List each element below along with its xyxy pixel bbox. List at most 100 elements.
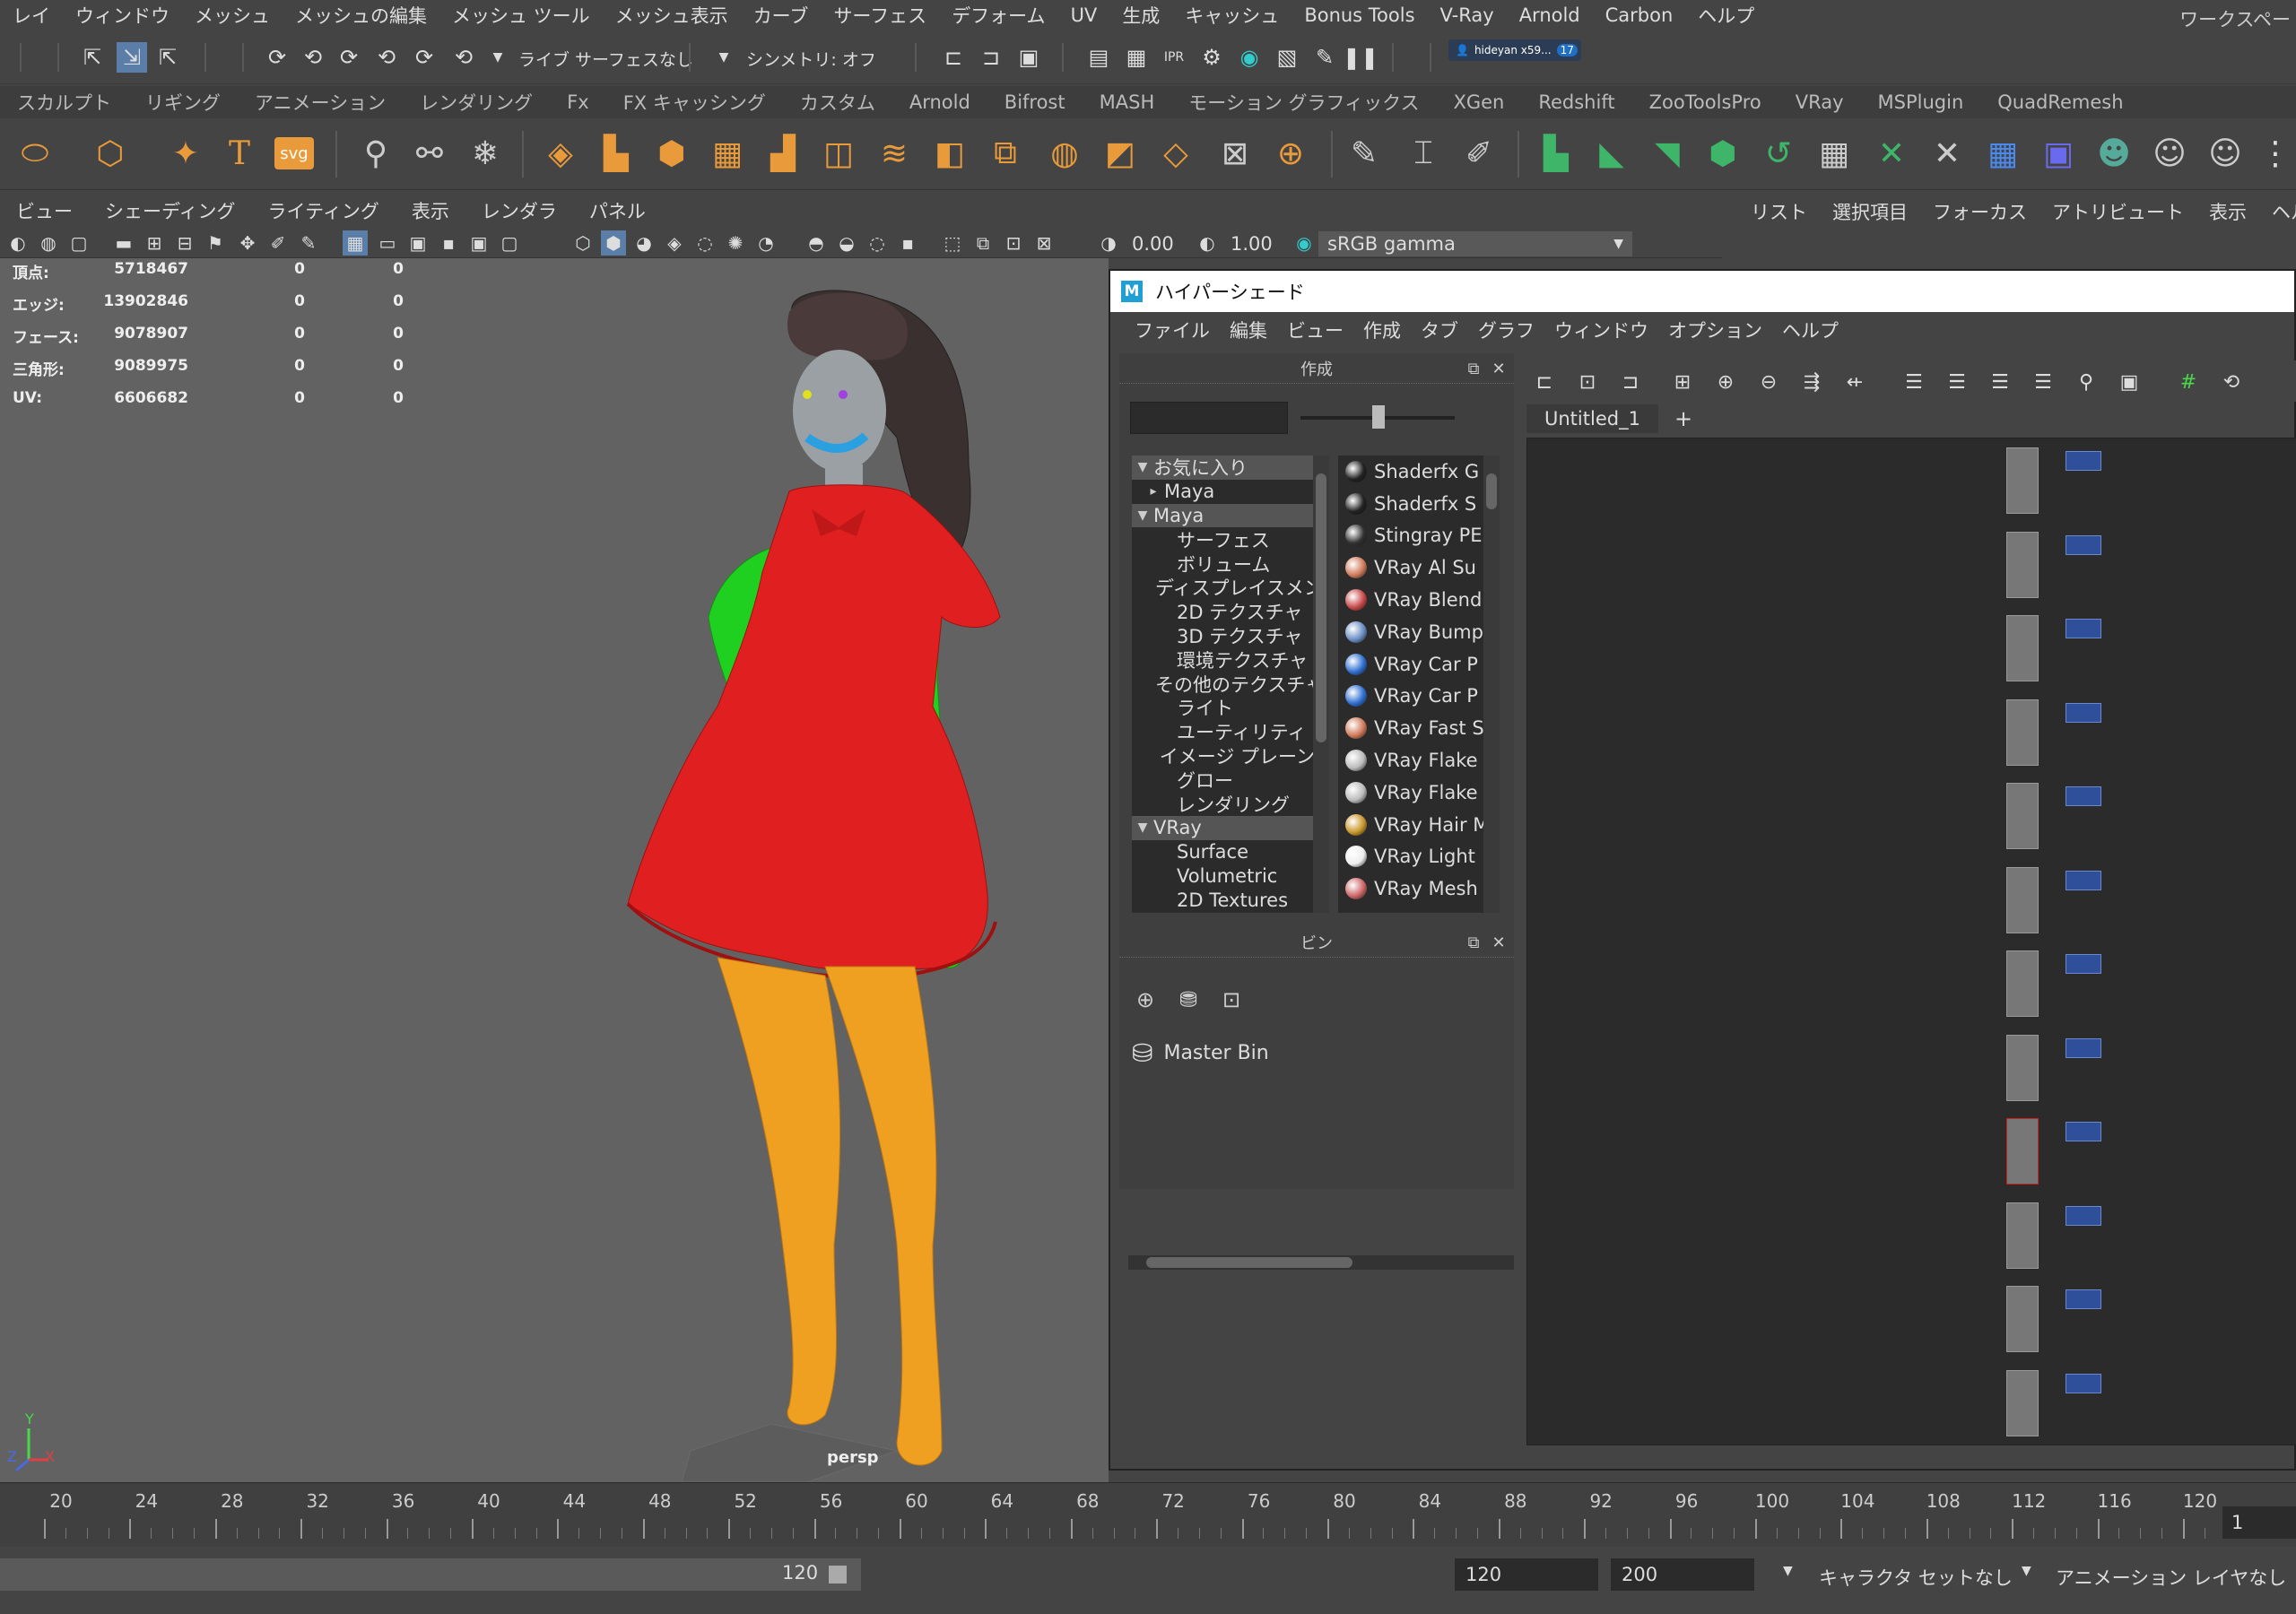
- menu-item[interactable]: ウィンドウ: [63, 2, 182, 29]
- extrude-icon[interactable]: ≋: [870, 129, 918, 178]
- menu-item[interactable]: キャッシュ: [1172, 2, 1292, 29]
- select-component-icon[interactable]: ⇱: [152, 42, 183, 73]
- create-hscrollbar[interactable]: [1128, 1255, 1514, 1270]
- ambient-occlusion-icon[interactable]: ◔: [753, 230, 778, 256]
- tree-item[interactable]: ▼ お気に入り: [1132, 456, 1315, 480]
- snap-curve-icon[interactable]: ⟲: [298, 42, 328, 73]
- green-shape-icon[interactable]: ▙: [1532, 129, 1580, 178]
- shelf-tab[interactable]: モーション グラフィックス: [1171, 89, 1436, 116]
- tree-item[interactable]: ボリューム: [1132, 551, 1315, 576]
- time-slider[interactable]: 20 24 28 32 36 40 44 48 52 56 60 64 68 72 76 80 84 88 92 96…: [0, 1482, 2296, 1547]
- panel-menu-item[interactable]: パネル: [573, 197, 662, 224]
- panel-menu-item[interactable]: ビュー: [0, 197, 89, 224]
- graph-node[interactable]: [2066, 1289, 2101, 1309]
- viewport-persp[interactable]: 頂点: 5718467 0 0 エッジ: 13902846 0 0 フェース: 9078907 0 0…: [0, 258, 1109, 1482]
- checker-icon[interactable]: ▦: [1810, 129, 1858, 178]
- snap-vertex-icon[interactable]: ⟲: [448, 42, 479, 73]
- plane-icon[interactable]: ◇: [1152, 129, 1200, 178]
- tree-item[interactable]: 環境テクスチャ: [1132, 647, 1315, 672]
- panel-menu-item[interactable]: レンダラ: [465, 197, 573, 224]
- scrollbar-thumb[interactable]: [1486, 473, 1497, 509]
- menu-item[interactable]: Bonus Tools: [1292, 4, 1427, 26]
- motion-blur-icon[interactable]: ◓: [804, 230, 829, 256]
- exposure-value[interactable]: 0.00: [1132, 233, 1174, 255]
- tab-untitled[interactable]: Untitled_1: [1526, 404, 1658, 433]
- node-graph[interactable]: [1526, 438, 2296, 1445]
- panel-menu-item[interactable]: ライティング: [252, 197, 396, 224]
- grid-toggle-icon[interactable]: #: [2174, 368, 2203, 396]
- construction-history-icon[interactable]: ▣: [1013, 42, 1044, 73]
- polygon-platonic-icon[interactable]: ⬡: [86, 129, 135, 178]
- node-list-item[interactable]: VRay Bump: [1338, 616, 1500, 648]
- uv-layout-icon[interactable]: ▣: [2034, 129, 2083, 178]
- attr-menu-item[interactable]: フォーカス: [1920, 198, 2039, 225]
- menu-item[interactable]: レイ: [0, 2, 63, 29]
- range-handle[interactable]: [829, 1566, 847, 1584]
- xray-icon[interactable]: ⬚: [940, 230, 965, 256]
- add-to-bin-icon[interactable]: ⛃: [1173, 985, 1204, 1015]
- star-icon[interactable]: ✦: [161, 129, 210, 178]
- tree-item[interactable]: サーフェス: [1132, 527, 1315, 551]
- safe-action-icon[interactable]: ▣: [405, 230, 430, 256]
- shelf-tab[interactable]: レンダリング: [403, 89, 550, 116]
- move-pivot-icon[interactable]: ⚲: [352, 129, 400, 178]
- text-tool-icon[interactable]: T: [215, 129, 264, 178]
- tree-item[interactable]: グロー: [1132, 768, 1315, 792]
- safe-title-icon[interactable]: ▣: [466, 230, 491, 256]
- hypershade-menu-item[interactable]: ファイル: [1125, 317, 1220, 343]
- svg-tool-icon[interactable]: svg: [274, 137, 314, 169]
- face-mesh-icon[interactable]: ☺: [2201, 129, 2249, 178]
- snap-grid-icon[interactable]: ⟲: [2217, 368, 2246, 396]
- select-hierarchy-icon[interactable]: ⇱: [77, 42, 108, 73]
- tree-arrow-icon[interactable]: ▼: [1132, 460, 1153, 474]
- graph-node[interactable]: [2066, 870, 2101, 890]
- graph-node[interactable]: [2066, 1373, 2101, 1393]
- green-shape-icon[interactable]: ✕: [1867, 129, 1916, 178]
- node-list-item[interactable]: VRay Flake: [1338, 777, 1500, 809]
- menu-item[interactable]: UV: [1058, 4, 1110, 26]
- tree-item[interactable]: 2D Textures: [1132, 888, 1315, 912]
- float-panel-icon[interactable]: ⧉: [1464, 359, 1483, 378]
- graph-node[interactable]: [2006, 1286, 2039, 1352]
- xray-joints-icon[interactable]: ⧉: [970, 230, 996, 256]
- pause-icon[interactable]: ❚❚: [1343, 42, 1378, 73]
- image-plane-icon[interactable]: ▬: [111, 230, 136, 256]
- grease-pencil-icon[interactable]: ✐: [265, 230, 291, 256]
- menu-item[interactable]: メッシュ表示: [603, 2, 741, 29]
- multi-cut-icon[interactable]: ⌶: [1399, 129, 1448, 178]
- graph-output-icon[interactable]: ⊐: [1616, 368, 1645, 396]
- shelf-tab[interactable]: カスタム: [783, 89, 892, 116]
- scene-end-field[interactable]: 200: [1611, 1558, 1754, 1591]
- menu-item[interactable]: カーブ: [741, 2, 822, 29]
- tree-arrow-icon[interactable]: ▼: [1132, 820, 1153, 835]
- remove-from-bin-icon[interactable]: ⊡: [1216, 985, 1247, 1015]
- close-icon[interactable]: ✕: [1489, 359, 1509, 378]
- panel-menu-item[interactable]: シェーディング: [89, 197, 252, 224]
- shelf-tab[interactable]: ZooToolsPro: [1632, 91, 1779, 113]
- boolean-icon[interactable]: ◩: [1096, 129, 1144, 178]
- attr-menu-item[interactable]: 表示: [2196, 198, 2259, 225]
- create-search-input[interactable]: [1130, 402, 1288, 434]
- graph-node[interactable]: [2006, 447, 2039, 514]
- chevron-down-icon[interactable]: ▼: [1783, 1564, 1793, 1578]
- view-simple-icon[interactable]: ☰: [1900, 368, 1928, 396]
- exposure-icon[interactable]: ◑: [1096, 230, 1121, 256]
- add-selected-icon[interactable]: ⊕: [1711, 368, 1740, 396]
- sphere-icon[interactable]: ◍: [1040, 129, 1089, 178]
- graph-node[interactable]: [2006, 783, 2039, 849]
- hypershade-menu-item[interactable]: ビュー: [1277, 317, 1353, 343]
- anim-layer-select[interactable]: アニメーション レイヤなし: [2056, 1564, 2286, 1591]
- menu-item[interactable]: サーフェス: [821, 2, 939, 29]
- xray-components-icon[interactable]: ⊡: [1001, 230, 1026, 256]
- input-ops-icon[interactable]: ⊐: [976, 42, 1006, 73]
- menu-item[interactable]: メッシュ: [182, 2, 283, 29]
- graph-node[interactable]: [2066, 451, 2101, 471]
- graph-node[interactable]: [2006, 950, 2039, 1017]
- green-shape-icon[interactable]: ◥: [1643, 129, 1692, 178]
- shelf-tab[interactable]: MASH: [1083, 91, 1172, 113]
- character-model[interactable]: Y X Z: [0, 258, 1109, 1482]
- use-all-lights-icon[interactable]: ◌: [692, 230, 718, 256]
- current-frame-field[interactable]: 1: [2222, 1506, 2296, 1539]
- chevron-down-icon[interactable]: ▼: [483, 42, 513, 73]
- bevel-icon[interactable]: ▟: [759, 129, 807, 178]
